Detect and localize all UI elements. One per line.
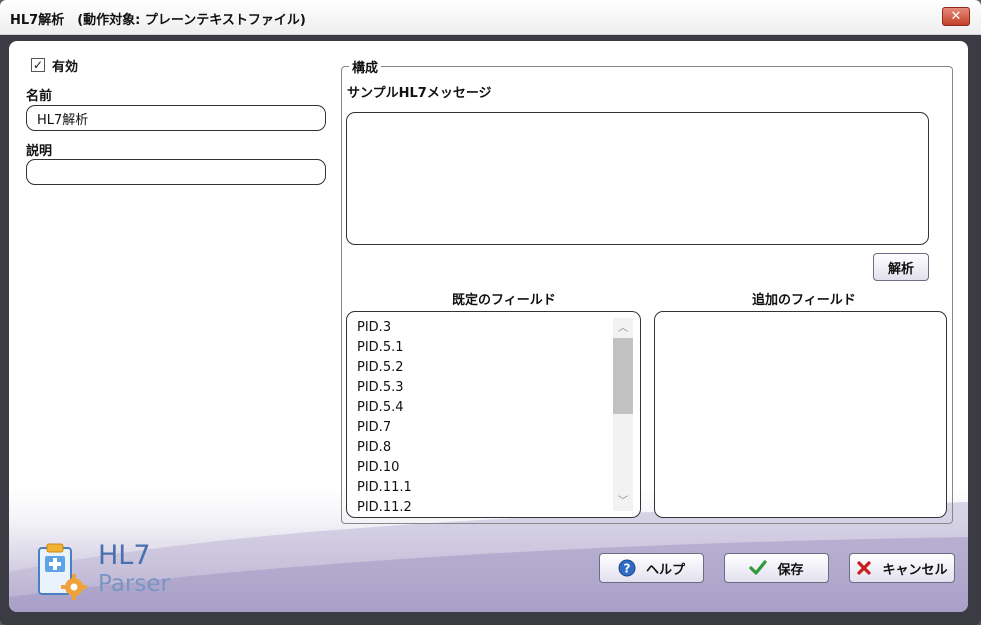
hl7-parser-logo-icon bbox=[38, 543, 87, 600]
name-input-value: HL7解析 bbox=[37, 112, 89, 128]
description-label: 説明 bbox=[26, 144, 53, 159]
checkmark-icon: ✓ bbox=[32, 58, 44, 72]
additional-fields-list[interactable] bbox=[654, 311, 947, 518]
help-icon: ? bbox=[618, 559, 636, 577]
close-button[interactable]: ✕ bbox=[942, 7, 970, 26]
cancel-button[interactable]: キャンセル bbox=[849, 553, 955, 583]
default-fields-list[interactable]: PID.3 PID.5.1 PID.5.2 PID.5.3 PID.5.4 PI… bbox=[346, 311, 641, 518]
list-item[interactable]: PID.5.2 bbox=[357, 358, 404, 378]
logo-title: HL7 bbox=[98, 540, 151, 571]
help-button-label: ヘルプ bbox=[645, 562, 685, 578]
svg-text:?: ? bbox=[624, 562, 631, 576]
scroll-down-icon[interactable]: ﹀ bbox=[613, 491, 633, 507]
save-button-label: 保存 bbox=[777, 562, 804, 578]
list-item[interactable]: PID.5.3 bbox=[357, 378, 404, 398]
list-item[interactable]: PID.7 bbox=[357, 418, 391, 438]
list-item[interactable]: PID.3 bbox=[357, 318, 391, 338]
enabled-checkbox[interactable]: ✓ bbox=[31, 58, 45, 72]
default-fields-label: 既定のフィールド bbox=[452, 293, 556, 308]
name-label: 名前 bbox=[26, 89, 53, 104]
list-item[interactable]: PID.8 bbox=[357, 438, 391, 458]
enabled-label: 有効 bbox=[52, 60, 79, 75]
list-item[interactable]: PID.11.2 bbox=[357, 498, 412, 517]
config-group-label: 構成 bbox=[349, 57, 382, 76]
cancel-button-label: キャンセル bbox=[882, 562, 948, 578]
parse-button[interactable]: 解析 bbox=[873, 253, 929, 281]
dialog-window: HL7解析 (動作対象: プレーンテキストファイル) ✕ ✓ 有効 名前 HL7… bbox=[0, 0, 981, 625]
list-item[interactable]: PID.11.1 bbox=[357, 478, 412, 498]
list-item[interactable]: PID.10 bbox=[357, 458, 399, 478]
scroll-up-icon[interactable]: ︿ bbox=[613, 318, 633, 334]
save-button[interactable]: 保存 bbox=[724, 553, 829, 583]
close-icon: ✕ bbox=[950, 9, 962, 24]
x-icon bbox=[856, 560, 872, 576]
title-bar[interactable]: HL7解析 (動作対象: プレーンテキストファイル) ✕ bbox=[0, 0, 981, 35]
description-input[interactable] bbox=[26, 159, 326, 185]
list-item[interactable]: PID.5.1 bbox=[357, 338, 404, 358]
logo-subtitle: Parser bbox=[98, 571, 170, 597]
scrollbar-thumb[interactable] bbox=[613, 338, 633, 414]
parse-button-label: 解析 bbox=[887, 261, 914, 277]
help-button[interactable]: ? ヘルプ bbox=[599, 553, 704, 583]
sample-message-label: サンプルHL7メッセージ bbox=[347, 86, 492, 101]
checkmark-icon bbox=[749, 560, 768, 576]
window-title: HL7解析 (動作対象: プレーンテキストファイル) bbox=[10, 13, 306, 28]
dialog-body: ✓ 有効 名前 HL7解析 説明 構成 サンプルHL7メッセージ 解析 既定のフ… bbox=[9, 41, 968, 612]
name-input[interactable]: HL7解析 bbox=[26, 105, 326, 131]
sample-message-textarea[interactable] bbox=[346, 112, 929, 245]
additional-fields-label: 追加のフィールド bbox=[752, 293, 856, 308]
list-item[interactable]: PID.5.4 bbox=[357, 398, 404, 418]
